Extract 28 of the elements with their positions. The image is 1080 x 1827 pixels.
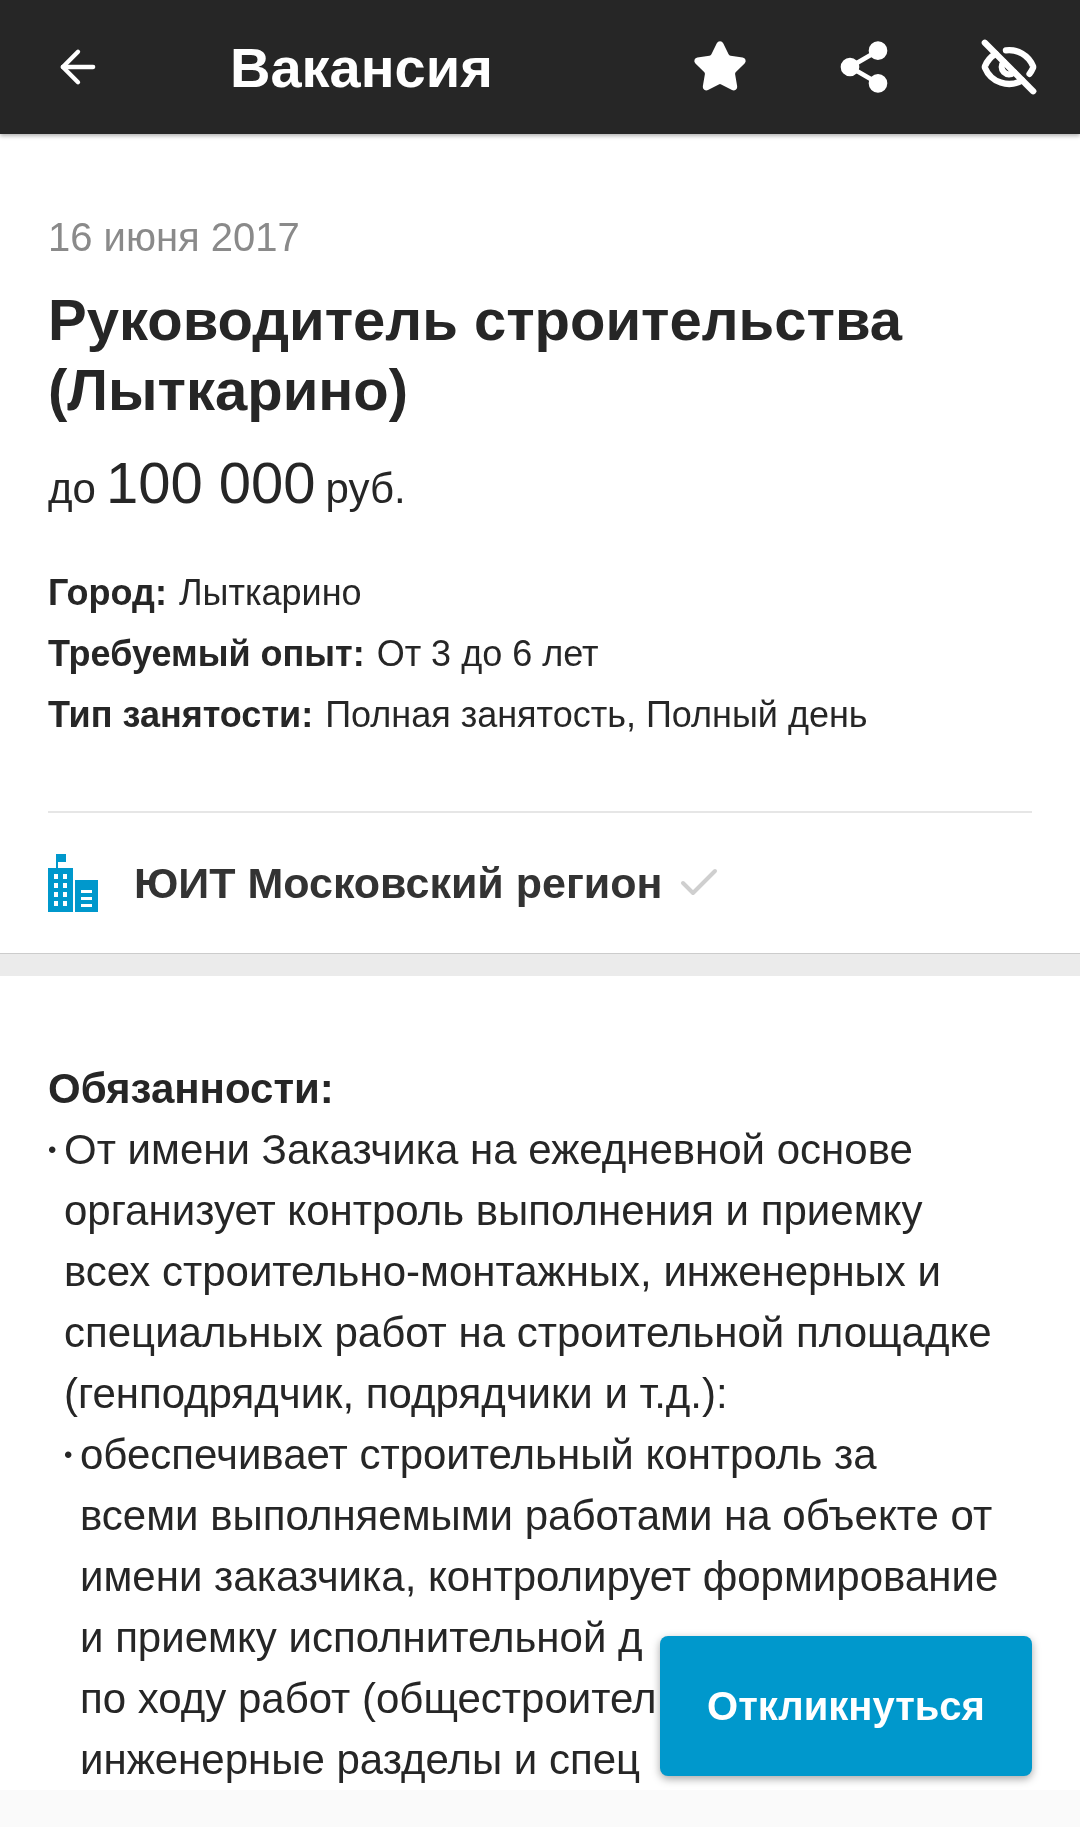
description-line: имени заказчика, контролирует формирование — [80, 1552, 999, 1602]
detail-value: Полная занятость, Полный день — [325, 695, 868, 735]
description-line: (генподрядчик, подрядчики и т.д.): — [64, 1369, 728, 1419]
detail-label: Тип занятости: — [48, 695, 314, 735]
description-line: по ходу работ (общестроител — [80, 1674, 657, 1724]
description-line: организует контроль выполнения и приемку — [64, 1186, 923, 1236]
bullet: • — [64, 1440, 74, 1470]
section-heading: Обязанности: — [48, 1064, 335, 1114]
description-line: обеспечивает строительный контроль за — [80, 1430, 877, 1480]
description-line: всех строительно-монтажных, инженерных и — [64, 1247, 941, 1297]
company-name[interactable]: ЮИТ Московский регион — [134, 858, 663, 908]
bullet: • — [48, 1135, 58, 1165]
salary-prefix: до — [48, 464, 96, 514]
detail-label: Город: — [48, 573, 167, 613]
building-icon — [48, 854, 98, 912]
description-line: всеми выполняемыми работами на объекте от — [80, 1491, 993, 1541]
vacancy-title: Руководитель строительства (Лыткарино) — [48, 286, 904, 424]
description-line: и приемку исполнительной д — [80, 1613, 643, 1663]
description-line: инженерные разделы и спец — [80, 1735, 641, 1785]
publication-date: 16 июня 2017 — [48, 214, 301, 261]
detail-label: Требуемый опыт: — [48, 634, 365, 674]
description-line: специальных работ на строительной площадке — [64, 1308, 992, 1358]
detail-value: Лыткарино — [178, 573, 362, 613]
description-line: От имени Заказчика на ежедневной основе — [64, 1125, 913, 1175]
salary-currency: руб. — [325, 464, 406, 514]
detail-value: От 3 до 6 лет — [376, 634, 599, 674]
screen-title: Вакансия — [230, 34, 494, 100]
salary-amount: 100 000 — [105, 453, 316, 513]
